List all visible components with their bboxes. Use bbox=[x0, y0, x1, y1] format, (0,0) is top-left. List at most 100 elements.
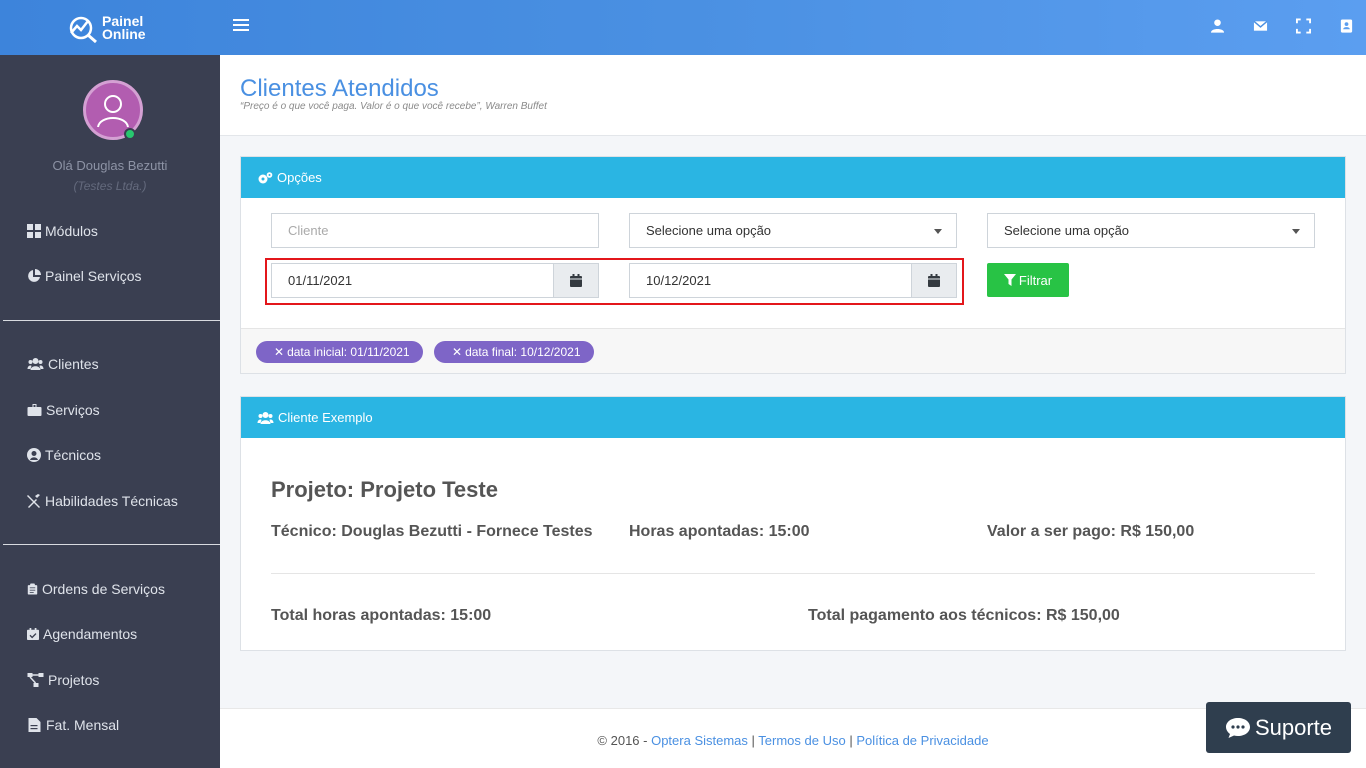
sidebar-item-habilidades-tecnicas[interactable]: Habilidades Técnicas bbox=[27, 493, 178, 509]
sidebar-item-painel-servicos[interactable]: Painel Serviços bbox=[27, 268, 142, 284]
date-start-value: 01/11/2021 bbox=[288, 273, 353, 288]
page-quote: “Preço é o que você paga. Valor é o que … bbox=[240, 101, 547, 112]
top-icons bbox=[1210, 18, 1354, 34]
users-icon bbox=[27, 358, 44, 370]
project-diagram-icon bbox=[27, 673, 44, 687]
date-start-calendar-button[interactable] bbox=[553, 264, 598, 297]
content-header: Clientes Atendidos “Preço é o que você p… bbox=[220, 55, 1366, 136]
chart-line-icon bbox=[69, 16, 97, 43]
result-card-header: Cliente Exemplo bbox=[241, 397, 1345, 438]
brand-line2: Online bbox=[102, 26, 146, 42]
filter-tag-data-inicial[interactable]: ✕ data inicial: 01/11/2021 bbox=[256, 341, 423, 363]
tools-icon bbox=[27, 494, 40, 508]
support-button-label: Suporte bbox=[1254, 714, 1333, 740]
sidebar-item-clientes[interactable]: Clientes bbox=[27, 356, 99, 372]
brand-logo[interactable]: Painel Online bbox=[66, 12, 166, 44]
select-option-2-value: Selecione uma opção bbox=[1004, 223, 1130, 238]
clipboard-icon bbox=[27, 583, 38, 595]
user-circle-icon bbox=[27, 448, 41, 462]
sidebar-item-ordens-de-servicos[interactable]: Ordens de Serviços bbox=[27, 581, 165, 597]
sidebar-item-label: Fat. Mensal bbox=[46, 717, 120, 733]
user-greeting: Olá Douglas Bezutti bbox=[52, 158, 168, 173]
calendar-icon bbox=[570, 274, 582, 287]
project-title: Projeto: Projeto Teste bbox=[271, 477, 498, 502]
sidebar-item-label: Habilidades Técnicas bbox=[45, 493, 178, 509]
sidebar-item-projetos[interactable]: Projetos bbox=[27, 672, 99, 688]
top-bar: Painel Online bbox=[0, 0, 1366, 55]
pie-chart-icon bbox=[28, 269, 41, 282]
sidebar-item-label: Clientes bbox=[48, 356, 99, 372]
sidebar-item-label: Painel Serviços bbox=[45, 268, 142, 284]
address-book-icon[interactable] bbox=[1339, 18, 1354, 34]
user-company: (Testes Ltda.) bbox=[73, 179, 147, 193]
chevron-down-icon bbox=[934, 229, 942, 234]
date-end-input[interactable]: 10/12/2021 bbox=[629, 263, 957, 298]
filter-icon bbox=[1003, 274, 1016, 286]
chevron-down-icon bbox=[1292, 229, 1300, 234]
sidebar-item-fat-mensal[interactable]: Fat. Mensal bbox=[27, 717, 119, 733]
sidebar-divider bbox=[3, 320, 220, 321]
footer-text: © 2016 - Optera Sistemas | Termos de Uso… bbox=[220, 733, 1366, 748]
sidebar-divider bbox=[3, 544, 220, 545]
fullscreen-icon[interactable] bbox=[1296, 18, 1311, 34]
client-input[interactable]: Cliente bbox=[271, 213, 599, 248]
file-invoice-icon bbox=[28, 718, 41, 732]
footer-separator: | bbox=[747, 733, 759, 748]
total-horas-label: Total horas apontadas: 15:00 bbox=[271, 607, 492, 624]
sidebar: Olá Douglas Bezutti (Testes Ltda.) Módul… bbox=[0, 55, 220, 768]
sidebar-item-label: Agendamentos bbox=[43, 626, 138, 642]
filter-tag-label: data inicial: 01/11/2021 bbox=[287, 345, 410, 359]
filter-button[interactable]: Filtrar bbox=[987, 263, 1069, 297]
cogs-icon bbox=[258, 171, 273, 183]
users-icon bbox=[257, 411, 274, 424]
date-start-input[interactable]: 01/11/2021 bbox=[271, 263, 599, 298]
date-end-value: 10/12/2021 bbox=[646, 273, 712, 288]
options-card-header: Opções bbox=[241, 157, 1345, 198]
options-card-title: Opções bbox=[277, 170, 322, 185]
calendar-icon bbox=[928, 274, 940, 287]
close-icon[interactable]: ✕ bbox=[452, 345, 462, 359]
chat-bubble-icon bbox=[1225, 717, 1250, 738]
sidebar-item-label: Módulos bbox=[45, 223, 98, 239]
sidebar-item-label: Técnicos bbox=[45, 447, 102, 463]
sidebar-item-modulos[interactable]: Módulos bbox=[27, 223, 98, 239]
select-option-1[interactable]: Selecione uma opção bbox=[629, 213, 957, 248]
optera-link[interactable]: Optera Sistemas bbox=[651, 733, 748, 748]
envelope-icon[interactable] bbox=[1253, 18, 1268, 34]
page-footer: © 2016 - Optera Sistemas | Termos de Uso… bbox=[220, 708, 1366, 768]
online-status-dot bbox=[124, 128, 136, 140]
filter-tag-label: data final: 10/12/2021 bbox=[465, 345, 581, 359]
filter-button-label: Filtrar bbox=[1018, 272, 1053, 288]
result-divider bbox=[271, 573, 1315, 574]
sidebar-item-tecnicos[interactable]: Técnicos bbox=[27, 447, 101, 463]
sidebar-item-label: Ordens de Serviços bbox=[42, 581, 165, 597]
filter-tag-data-final[interactable]: ✕ data final: 10/12/2021 bbox=[434, 341, 594, 363]
page-title: Clientes Atendidos bbox=[240, 75, 439, 102]
select-option-1-value: Selecione uma opção bbox=[646, 223, 772, 238]
privacidade-link[interactable]: Política de Privacidade bbox=[856, 733, 988, 748]
user-icon[interactable] bbox=[1210, 18, 1225, 34]
valor-pago-label: Valor a ser pago: R$ 150,00 bbox=[987, 523, 1195, 540]
brand-text: Painel Online bbox=[102, 14, 146, 42]
date-end-calendar-button[interactable] bbox=[911, 264, 956, 297]
sidebar-item-agendamentos[interactable]: Agendamentos bbox=[27, 626, 137, 642]
sidebar-item-label: Serviços bbox=[46, 402, 100, 418]
sidebar-item-label: Projetos bbox=[48, 672, 100, 688]
grid-icon bbox=[27, 224, 41, 238]
select-option-2[interactable]: Selecione uma opção bbox=[987, 213, 1315, 248]
footer-separator: | bbox=[845, 733, 857, 748]
close-icon[interactable]: ✕ bbox=[274, 345, 284, 359]
briefcase-icon bbox=[27, 404, 42, 416]
copyright-text: © 2016 - bbox=[597, 733, 652, 748]
result-card: Cliente Exemplo Projeto: Projeto Teste T… bbox=[240, 396, 1346, 651]
horas-apontadas-label: Horas apontadas: 15:00 bbox=[629, 523, 810, 540]
tecnico-label: Técnico: Douglas Bezutti - Fornece Teste… bbox=[271, 523, 593, 540]
calendar-check-icon bbox=[27, 628, 39, 640]
sidebar-item-servicos[interactable]: Serviços bbox=[27, 402, 100, 418]
result-card-title: Cliente Exemplo bbox=[278, 410, 373, 425]
total-pagamento-label: Total pagamento aos técnicos: R$ 150,00 bbox=[808, 607, 1120, 624]
termos-link[interactable]: Termos de Uso bbox=[758, 733, 845, 748]
support-button[interactable]: Suporte bbox=[1206, 702, 1351, 753]
active-filters-bar: ✕ data inicial: 01/11/2021 ✕ data final:… bbox=[241, 328, 1345, 373]
menu-toggle-icon[interactable] bbox=[233, 19, 249, 35]
